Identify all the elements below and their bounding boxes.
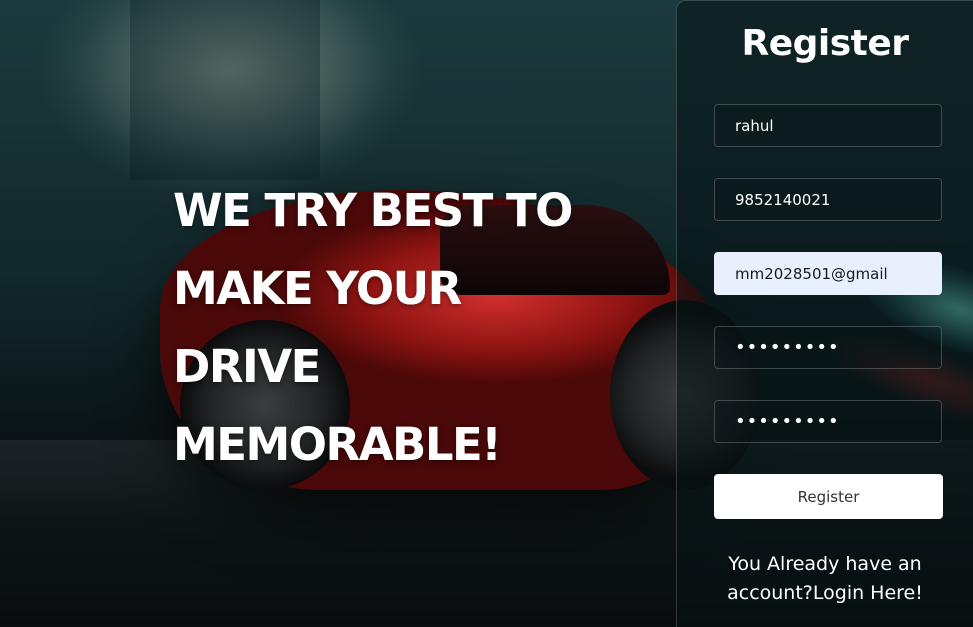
name-field[interactable] xyxy=(714,104,942,147)
register-button[interactable]: Register xyxy=(714,474,943,519)
login-link[interactable]: account?Login Here! xyxy=(677,579,973,608)
login-prompt[interactable]: You Already have an account?Login Here! xyxy=(677,550,973,608)
hero-headline: WE TRY BEST TO MAKE YOUR DRIVE MEMORABLE… xyxy=(173,172,593,484)
phone-field[interactable] xyxy=(714,178,942,221)
register-panel: Register Register You Already have an ac… xyxy=(676,0,973,627)
hero-line: MEMORABLE! xyxy=(173,418,502,471)
wall-panel xyxy=(130,0,320,180)
hero-line: WE TRY BEST TO xyxy=(173,184,573,237)
confirm-password-field[interactable] xyxy=(714,400,942,443)
login-prompt-line: You Already have an xyxy=(728,553,922,575)
register-title: Register xyxy=(741,23,909,64)
hero-line: MAKE YOUR xyxy=(173,262,462,315)
hero-line: DRIVE xyxy=(173,340,321,393)
email-field[interactable] xyxy=(714,252,942,295)
password-field[interactable] xyxy=(714,326,942,369)
